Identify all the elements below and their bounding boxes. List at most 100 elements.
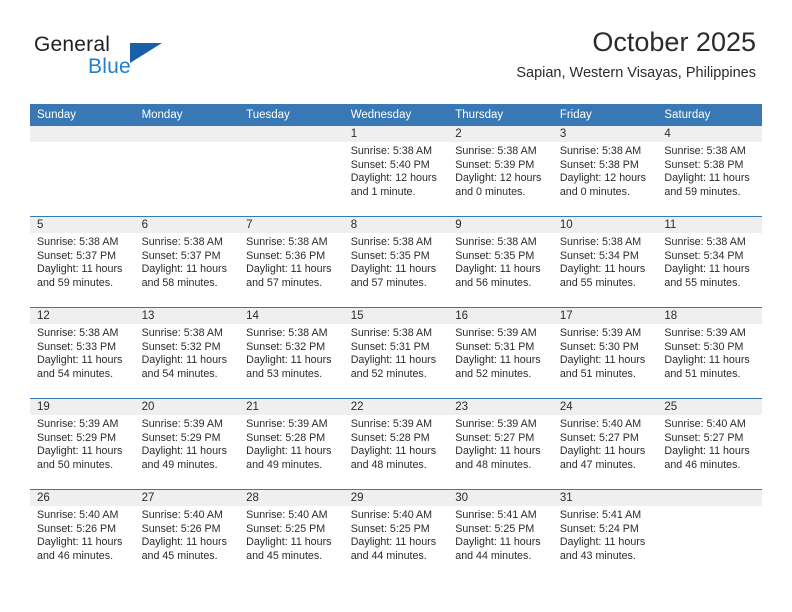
calendar-day-cell[interactable]: 3 Sunrise: 5:38 AM Sunset: 5:38 PM Daylight… <box>552 126 658 217</box>
calendar-day-cell[interactable]: 11 Sunrise: 5:38 AM Sunset: 5:34 PM Dayligh… <box>657 216 762 308</box>
calendar-day-cell[interactable]: 8 Sunrise: 5:38 AM Sunset: 5:35 PM Daylight… <box>343 216 449 308</box>
weekday-row: Sunday Monday Tuesday Wednesday Thursday Frid… <box>30 104 762 126</box>
sunrise-text: Sunrise: 5:38 AM <box>664 145 746 157</box>
calendar-day-cell[interactable]: 15 Sunrise: 5:38 AM Sunset: 5:31 PM Dayligh… <box>343 307 449 399</box>
sunset-text: Sunset: 5:28 PM <box>246 431 326 444</box>
calendar-day-cell[interactable]: 2 Sunrise: 5:38 AM Sunset: 5:39 PM Daylight… <box>448 126 553 217</box>
calendar-day-cell[interactable]: 14 Sunrise: 5:38 AM Sunset: 5:32 PM Dayligh… <box>239 307 344 399</box>
sunset-text: Sunset: 5:35 PM <box>350 249 430 262</box>
calendar-day-cell[interactable]: 19 Sunrise: 5:39 AM Sunset: 5:29 PM Dayligh… <box>30 398 135 490</box>
calendar-day-cell[interactable]: 18 Sunrise: 5:39 AM Sunset: 5:30 PM Dayligh… <box>657 307 762 399</box>
calendar-day-cell[interactable]: 23 Sunrise: 5:39 AM Sunset: 5:27 PM Dayligh… <box>448 398 553 490</box>
weekday-header-sunday: Sunday <box>30 104 135 126</box>
calendar-grid: Sunday Monday Tuesday Wednesday Thursday Frid… <box>30 104 762 580</box>
weekday-header-saturday: Saturday <box>657 104 762 126</box>
daylight-text: Daylight: 11 hours and 59 minutes. <box>664 172 750 198</box>
sunrise-text: Sunrise: 5:39 AM <box>455 418 537 430</box>
sunrise-text: Sunrise: 5:39 AM <box>246 418 328 430</box>
day-details: Sunrise: 5:38 AM Sunset: 5:38 PM Daylight:… <box>553 142 658 199</box>
calendar-day-cell[interactable]: 6 Sunrise: 5:38 AM Sunset: 5:37 PM Daylight… <box>134 216 240 308</box>
calendar-day-cell[interactable]: 20 Sunrise: 5:39 AM Sunset: 5:29 PM Dayligh… <box>134 398 240 490</box>
calendar-body: 1 Sunrise: 5:38 AM Sunset: 5:40 PM Daylight… <box>30 126 762 580</box>
day-details: Sunrise: 5:40 AM Sunset: 5:25 PM Daylight:… <box>239 506 344 563</box>
day-number: 27 <box>134 490 240 506</box>
calendar-day-cell[interactable]: 22 Sunrise: 5:39 AM Sunset: 5:28 PM Dayligh… <box>343 398 449 490</box>
day-number: 23 <box>448 399 553 415</box>
day-number: 19 <box>30 399 135 415</box>
calendar-day-cell[interactable]: 13 Sunrise: 5:38 AM Sunset: 5:32 PM Dayligh… <box>134 307 240 399</box>
day-number: 1 <box>343 126 449 142</box>
calendar-day-cell[interactable]: 30 Sunrise: 5:41 AM Sunset: 5:25 PM Dayligh… <box>448 489 553 580</box>
calendar-day-cell[interactable]: 4 Sunrise: 5:38 AM Sunset: 5:38 PM Daylight… <box>657 126 762 217</box>
sunrise-text: Sunrise: 5:38 AM <box>350 145 433 157</box>
calendar-day-cell[interactable]: 25 Sunrise: 5:40 AM Sunset: 5:27 PM Dayligh… <box>657 398 762 490</box>
day-details: Sunrise: 5:41 AM Sunset: 5:24 PM Daylight:… <box>553 506 658 563</box>
sunset-text: Sunset: 5:30 PM <box>664 340 744 353</box>
calendar-day-cell[interactable]: 28 Sunrise: 5:40 AM Sunset: 5:25 PM Dayligh… <box>239 489 344 580</box>
daylight-text: Daylight: 11 hours and 55 minutes. <box>559 263 646 289</box>
sunrise-text: Sunrise: 5:40 AM <box>37 509 119 521</box>
day-number: 29 <box>343 490 449 506</box>
daylight-text: Daylight: 11 hours and 45 minutes. <box>246 536 332 562</box>
day-details: Sunrise: 5:38 AM Sunset: 5:35 PM Daylight:… <box>344 233 449 290</box>
daylight-text: Daylight: 11 hours and 47 minutes. <box>559 445 646 471</box>
sunset-text: Sunset: 5:30 PM <box>559 340 639 353</box>
sunrise-text: Sunrise: 5:41 AM <box>455 509 537 521</box>
sunrise-text: Sunrise: 5:39 AM <box>37 418 119 430</box>
sunset-text: Sunset: 5:37 PM <box>141 249 221 262</box>
calendar-day-cell[interactable]: 27 Sunrise: 5:40 AM Sunset: 5:26 PM Dayligh… <box>134 489 240 580</box>
daylight-text: Daylight: 11 hours and 44 minutes. <box>455 536 541 562</box>
sunset-text: Sunset: 5:26 PM <box>37 522 117 535</box>
day-details: Sunrise: 5:38 AM Sunset: 5:36 PM Daylight:… <box>239 233 344 290</box>
day-number: 6 <box>134 217 240 233</box>
calendar-day-cell[interactable]: 1 Sunrise: 5:38 AM Sunset: 5:40 PM Daylight… <box>343 126 449 217</box>
day-details: Sunrise: 5:39 AM Sunset: 5:31 PM Daylight:… <box>448 324 553 381</box>
sunrise-text: Sunrise: 5:40 AM <box>664 418 746 430</box>
calendar-day-cell[interactable]: 12 Sunrise: 5:38 AM Sunset: 5:33 PM Dayligh… <box>30 307 135 399</box>
daylight-text: Daylight: 12 hours and 0 minutes. <box>455 172 542 198</box>
sunrise-text: Sunrise: 5:38 AM <box>455 145 537 157</box>
sunset-text: Sunset: 5:25 PM <box>455 522 535 535</box>
sunset-text: Sunset: 5:33 PM <box>37 340 117 353</box>
calendar-day-cell[interactable]: 29 Sunrise: 5:40 AM Sunset: 5:25 PM Dayligh… <box>343 489 449 580</box>
calendar-week-row: 1 Sunrise: 5:38 AM Sunset: 5:40 PM Daylight… <box>30 126 762 217</box>
sunrise-text: Sunrise: 5:40 AM <box>559 418 642 430</box>
daylight-text: Daylight: 11 hours and 45 minutes. <box>141 536 227 562</box>
day-details: Sunrise: 5:41 AM Sunset: 5:25 PM Daylight:… <box>448 506 553 563</box>
day-details: Sunrise: 5:38 AM Sunset: 5:32 PM Daylight:… <box>135 324 240 381</box>
day-number: 20 <box>134 399 240 415</box>
sunset-text: Sunset: 5:39 PM <box>455 158 535 171</box>
sunset-text: Sunset: 5:28 PM <box>350 431 430 444</box>
daylight-text: Daylight: 11 hours and 52 minutes. <box>350 354 437 380</box>
sunset-text: Sunset: 5:27 PM <box>455 431 535 444</box>
weekday-header-monday: Monday <box>134 104 240 126</box>
calendar-day-cell[interactable]: 17 Sunrise: 5:39 AM Sunset: 5:30 PM Dayligh… <box>552 307 658 399</box>
calendar-day-cell[interactable]: 7 Sunrise: 5:38 AM Sunset: 5:36 PM Daylight… <box>239 216 344 308</box>
calendar-day-cell[interactable]: 24 Sunrise: 5:40 AM Sunset: 5:27 PM Dayligh… <box>552 398 658 490</box>
daylight-text: Daylight: 11 hours and 49 minutes. <box>141 445 227 471</box>
sunrise-text: Sunrise: 5:38 AM <box>455 236 537 248</box>
calendar-day-cell[interactable]: 10 Sunrise: 5:38 AM Sunset: 5:34 PM Dayligh… <box>552 216 658 308</box>
sunrise-text: Sunrise: 5:40 AM <box>350 509 433 521</box>
day-details: Sunrise: 5:40 AM Sunset: 5:25 PM Daylight:… <box>344 506 449 563</box>
daylight-text: Daylight: 11 hours and 46 minutes. <box>664 445 750 471</box>
sunset-text: Sunset: 5:25 PM <box>350 522 430 535</box>
calendar-day-cell[interactable]: 5 Sunrise: 5:38 AM Sunset: 5:37 PM Daylight… <box>30 216 135 308</box>
calendar-day-cell[interactable]: 9 Sunrise: 5:38 AM Sunset: 5:35 PM Daylight… <box>448 216 553 308</box>
calendar-week-row: 12 Sunrise: 5:38 AM Sunset: 5:33 PM Dayligh… <box>30 307 762 399</box>
day-details: Sunrise: 5:38 AM Sunset: 5:39 PM Daylight:… <box>448 142 553 199</box>
brand-name-blue: Blue <box>88 55 131 78</box>
calendar-day-cell[interactable]: 26 Sunrise: 5:40 AM Sunset: 5:26 PM Dayligh… <box>30 489 135 580</box>
calendar-day-cell[interactable]: 16 Sunrise: 5:39 AM Sunset: 5:31 PM Dayligh… <box>448 307 553 399</box>
calendar-day-cell[interactable]: 31 Sunrise: 5:41 AM Sunset: 5:24 PM Dayligh… <box>552 489 658 580</box>
sunrise-text: Sunrise: 5:39 AM <box>141 418 223 430</box>
daylight-text: Daylight: 11 hours and 48 minutes. <box>455 445 541 471</box>
brand-logo[interactable]: General Blue <box>34 33 214 85</box>
day-number: 15 <box>343 308 449 324</box>
daylight-text: Daylight: 12 hours and 1 minute. <box>350 172 437 198</box>
day-number: 30 <box>448 490 553 506</box>
day-number: 14 <box>239 308 344 324</box>
day-details: Sunrise: 5:38 AM Sunset: 5:34 PM Daylight:… <box>553 233 658 290</box>
daylight-text: Daylight: 11 hours and 57 minutes. <box>350 263 437 289</box>
calendar-day-cell[interactable]: 21 Sunrise: 5:39 AM Sunset: 5:28 PM Dayligh… <box>239 398 344 490</box>
